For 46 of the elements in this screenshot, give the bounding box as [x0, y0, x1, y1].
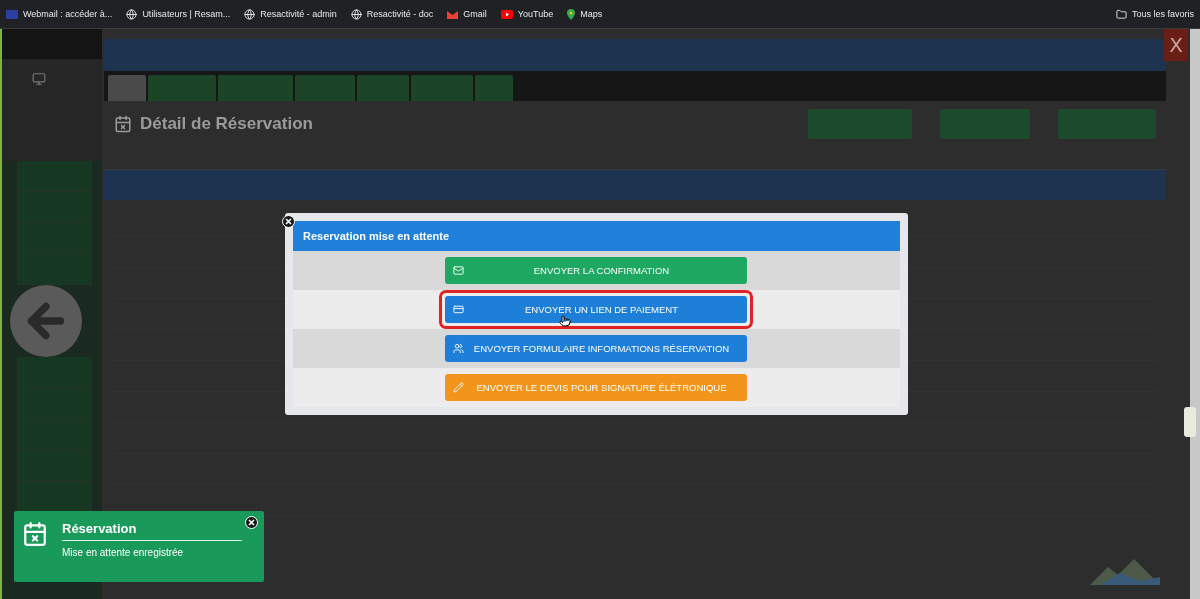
monitor-icon [32, 72, 46, 86]
action-button[interactable] [808, 109, 912, 139]
tab[interactable] [295, 75, 355, 101]
close-icon[interactable] [245, 516, 258, 529]
bookmark-link[interactable]: Utilisateurs | Resam... [126, 8, 231, 20]
bookmark-link[interactable]: Resactivité - admin [244, 8, 337, 20]
globe-icon [244, 8, 256, 20]
envelope-icon [447, 9, 459, 19]
tab[interactable] [148, 75, 216, 101]
pencil-icon [453, 382, 464, 393]
send-button[interactable]: ENVOYER FORMULAIRE INFORMATIONS RÉSERVATION [445, 335, 747, 362]
users-icon [453, 343, 464, 354]
tab[interactable] [475, 75, 513, 101]
bookmark-link[interactable]: Gmail [447, 9, 487, 19]
bookmark-link[interactable]: Maps [567, 8, 603, 20]
side-widget[interactable] [1184, 407, 1196, 437]
page-title: Détail de Réservation [140, 114, 313, 134]
favorites-link[interactable]: Tous les favoris [1115, 8, 1194, 20]
calendar-icon [22, 521, 48, 547]
modal-title: Reservation mise en attente [293, 221, 900, 251]
envelope-icon [453, 265, 464, 276]
map-pin-icon [567, 8, 576, 20]
send-button[interactable]: ENVOYER UN LIEN DE PAIEMENT [445, 296, 747, 323]
globe-icon [350, 8, 362, 20]
action-button[interactable] [940, 109, 1030, 139]
bookmark-link[interactable]: YouTube [500, 9, 554, 19]
folder-icon [1115, 8, 1127, 20]
toast-message: Mise en attente enregistrée [62, 547, 185, 558]
hand-cursor-icon [559, 315, 571, 327]
bookmark-link[interactable]: Webmail : accéder à... [6, 9, 113, 19]
sidebar-item[interactable] [17, 481, 92, 512]
play-icon [500, 9, 513, 19]
logo-icon [1090, 557, 1160, 585]
globe-icon [126, 8, 138, 20]
tab[interactable] [357, 75, 409, 101]
scrollbar[interactable] [1190, 29, 1200, 599]
toast-title: Réservation [62, 521, 242, 541]
credit-card-icon [453, 304, 464, 315]
close-button[interactable]: X [1164, 29, 1188, 61]
tab[interactable] [108, 75, 146, 101]
bookmark-link[interactable]: Resactivité - doc [350, 8, 434, 20]
tab[interactable] [411, 75, 473, 101]
action-button[interactable] [1058, 109, 1156, 139]
calendar-icon [114, 115, 132, 133]
tab[interactable] [218, 75, 293, 101]
flag-icon [6, 9, 18, 19]
